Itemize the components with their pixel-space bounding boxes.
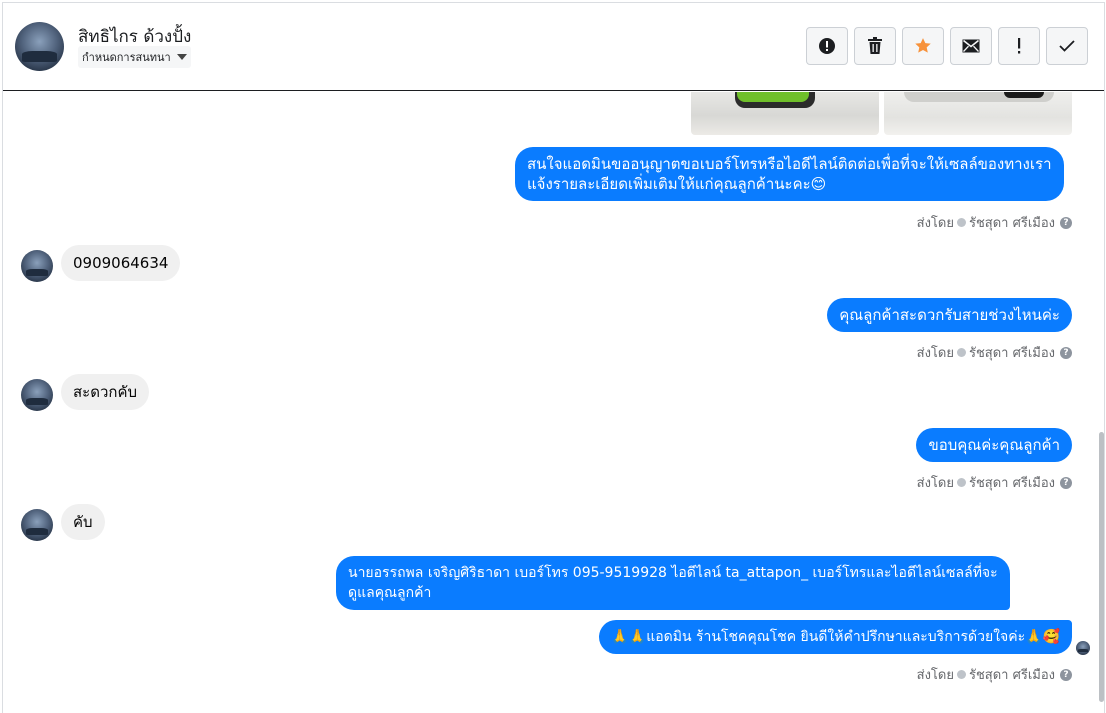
sent-by-info: ส่งโดย รัชสุดา ศรีเมือง ? (917, 664, 1072, 685)
contact-avatar[interactable] (21, 250, 53, 282)
trash-icon (868, 37, 882, 54)
agent-dot-icon (956, 478, 966, 487)
incoming-message[interactable]: 0909064634 (61, 245, 181, 281)
help-icon[interactable]: ? (1060, 476, 1072, 489)
agent-dot-icon (956, 348, 966, 357)
alert-circle-icon (819, 38, 835, 54)
sent-by-prefix: ส่งโดย (916, 216, 954, 231)
car-photo-attachment[interactable] (884, 92, 1072, 135)
sent-by-prefix: ส่งโดย (916, 346, 954, 361)
assign-label: กำหนดการสนทนา (82, 51, 171, 64)
incoming-message[interactable]: คับ (61, 504, 105, 540)
message-text: สะดวกคับ (73, 383, 138, 401)
agent-dot-icon (956, 670, 966, 679)
sent-by-agent[interactable]: รัชสุดา ศรีเมือง (969, 212, 1055, 233)
spam-button[interactable] (806, 27, 848, 65)
contact-avatar[interactable] (15, 22, 64, 71)
help-icon[interactable]: ? (1060, 346, 1072, 359)
sent-by-agent[interactable]: รัชสุดา ศรีเมือง (969, 342, 1055, 363)
message-text: 🙏🙏แอดมิน ร้านโชคคุณโชค ยินดีให้คำปรึกษาแ… (611, 629, 1060, 645)
exclamation-icon (1018, 38, 1021, 54)
thread-scrollbar[interactable] (1099, 432, 1104, 702)
car-photo-attachment[interactable] (691, 92, 879, 135)
mark-unread-button[interactable] (950, 27, 992, 65)
help-icon[interactable]: ? (1060, 216, 1072, 229)
message-text: คับ (73, 513, 93, 531)
message-text: นายอรรถพล เจริญศิริธาดา เบอร์โทร 095-951… (348, 565, 998, 581)
contact-avatar[interactable] (21, 379, 53, 411)
assign-conversation-dropdown[interactable]: กำหนดการสนทนา (78, 46, 191, 68)
star-icon (915, 38, 931, 53)
message-text: ดูแลคุณลูกค้า (348, 585, 432, 601)
sent-by-prefix: ส่งโดย (916, 476, 954, 491)
outgoing-message[interactable]: ขอบคุณค่ะคุณลูกค้า (916, 428, 1072, 462)
caret-down-icon (176, 54, 187, 60)
conversation-header: สิทธิไกร ด้วงปั้ง กำหนดการสนทนา (3, 3, 1104, 91)
sent-by-info: ส่งโดย รัชสุดา ศรีเมือง ? (917, 342, 1072, 363)
check-icon (1059, 40, 1075, 52)
outgoing-message[interactable]: 🙏🙏แอดมิน ร้านโชคคุณโชค ยินดีให้คำปรึกษาแ… (599, 620, 1072, 654)
outgoing-message[interactable]: สนใจแอดมินขออนุญาตขอเบอร์โทรหรือไอดีไลน์… (515, 147, 1064, 201)
sent-by-agent[interactable]: รัชสุดา ศรีเมือง (969, 472, 1055, 493)
sent-by-agent[interactable]: รัชสุดา ศรีเมือง (969, 664, 1055, 685)
outgoing-message[interactable]: นายอรรถพล เจริญศิริธาดา เบอร์โทร 095-951… (336, 556, 1010, 610)
sent-by-info: ส่งโดย รัชสุดา ศรีเมือง ? (917, 212, 1072, 233)
message-thread[interactable]: สนใจแอดมินขออนุญาตขอเบอร์โทรหรือไอดีไลน์… (3, 92, 1104, 713)
conversation-panel: สิทธิไกร ด้วงปั้ง กำหนดการสนทนา สนใจแอดม… (2, 2, 1105, 713)
seen-avatar (1076, 641, 1090, 655)
incoming-message[interactable]: สะดวกคับ (61, 374, 150, 410)
contact-avatar[interactable] (21, 509, 53, 541)
help-icon[interactable]: ? (1060, 668, 1072, 681)
mark-important-button[interactable] (998, 27, 1040, 65)
outgoing-message[interactable]: คุณลูกค้าสะดวกรับสายช่วงไหนค่ะ (827, 298, 1072, 332)
message-text: สนใจแอดมินขออนุญาตขอเบอร์โทรหรือไอดีไลน์… (527, 155, 1052, 173)
message-text: ขอบคุณค่ะคุณลูกค้า (928, 436, 1060, 454)
envelope-icon (962, 39, 980, 53)
message-text: 0909064634 (73, 254, 169, 272)
message-text: คุณลูกค้าสะดวกรับสายช่วงไหนค่ะ (839, 306, 1060, 324)
star-button[interactable] (902, 27, 944, 65)
sent-by-info: ส่งโดย รัชสุดา ศรีเมือง ? (917, 472, 1072, 493)
delete-button[interactable] (854, 27, 896, 65)
message-text: แจ้งรายละเอียดเพิ่มเติมให้แก่คุณลูกค้านะ… (527, 175, 827, 193)
mark-done-button[interactable] (1046, 27, 1088, 65)
conversation-toolbar (806, 27, 1088, 65)
agent-dot-icon (956, 218, 966, 227)
sent-by-prefix: ส่งโดย (916, 668, 954, 683)
